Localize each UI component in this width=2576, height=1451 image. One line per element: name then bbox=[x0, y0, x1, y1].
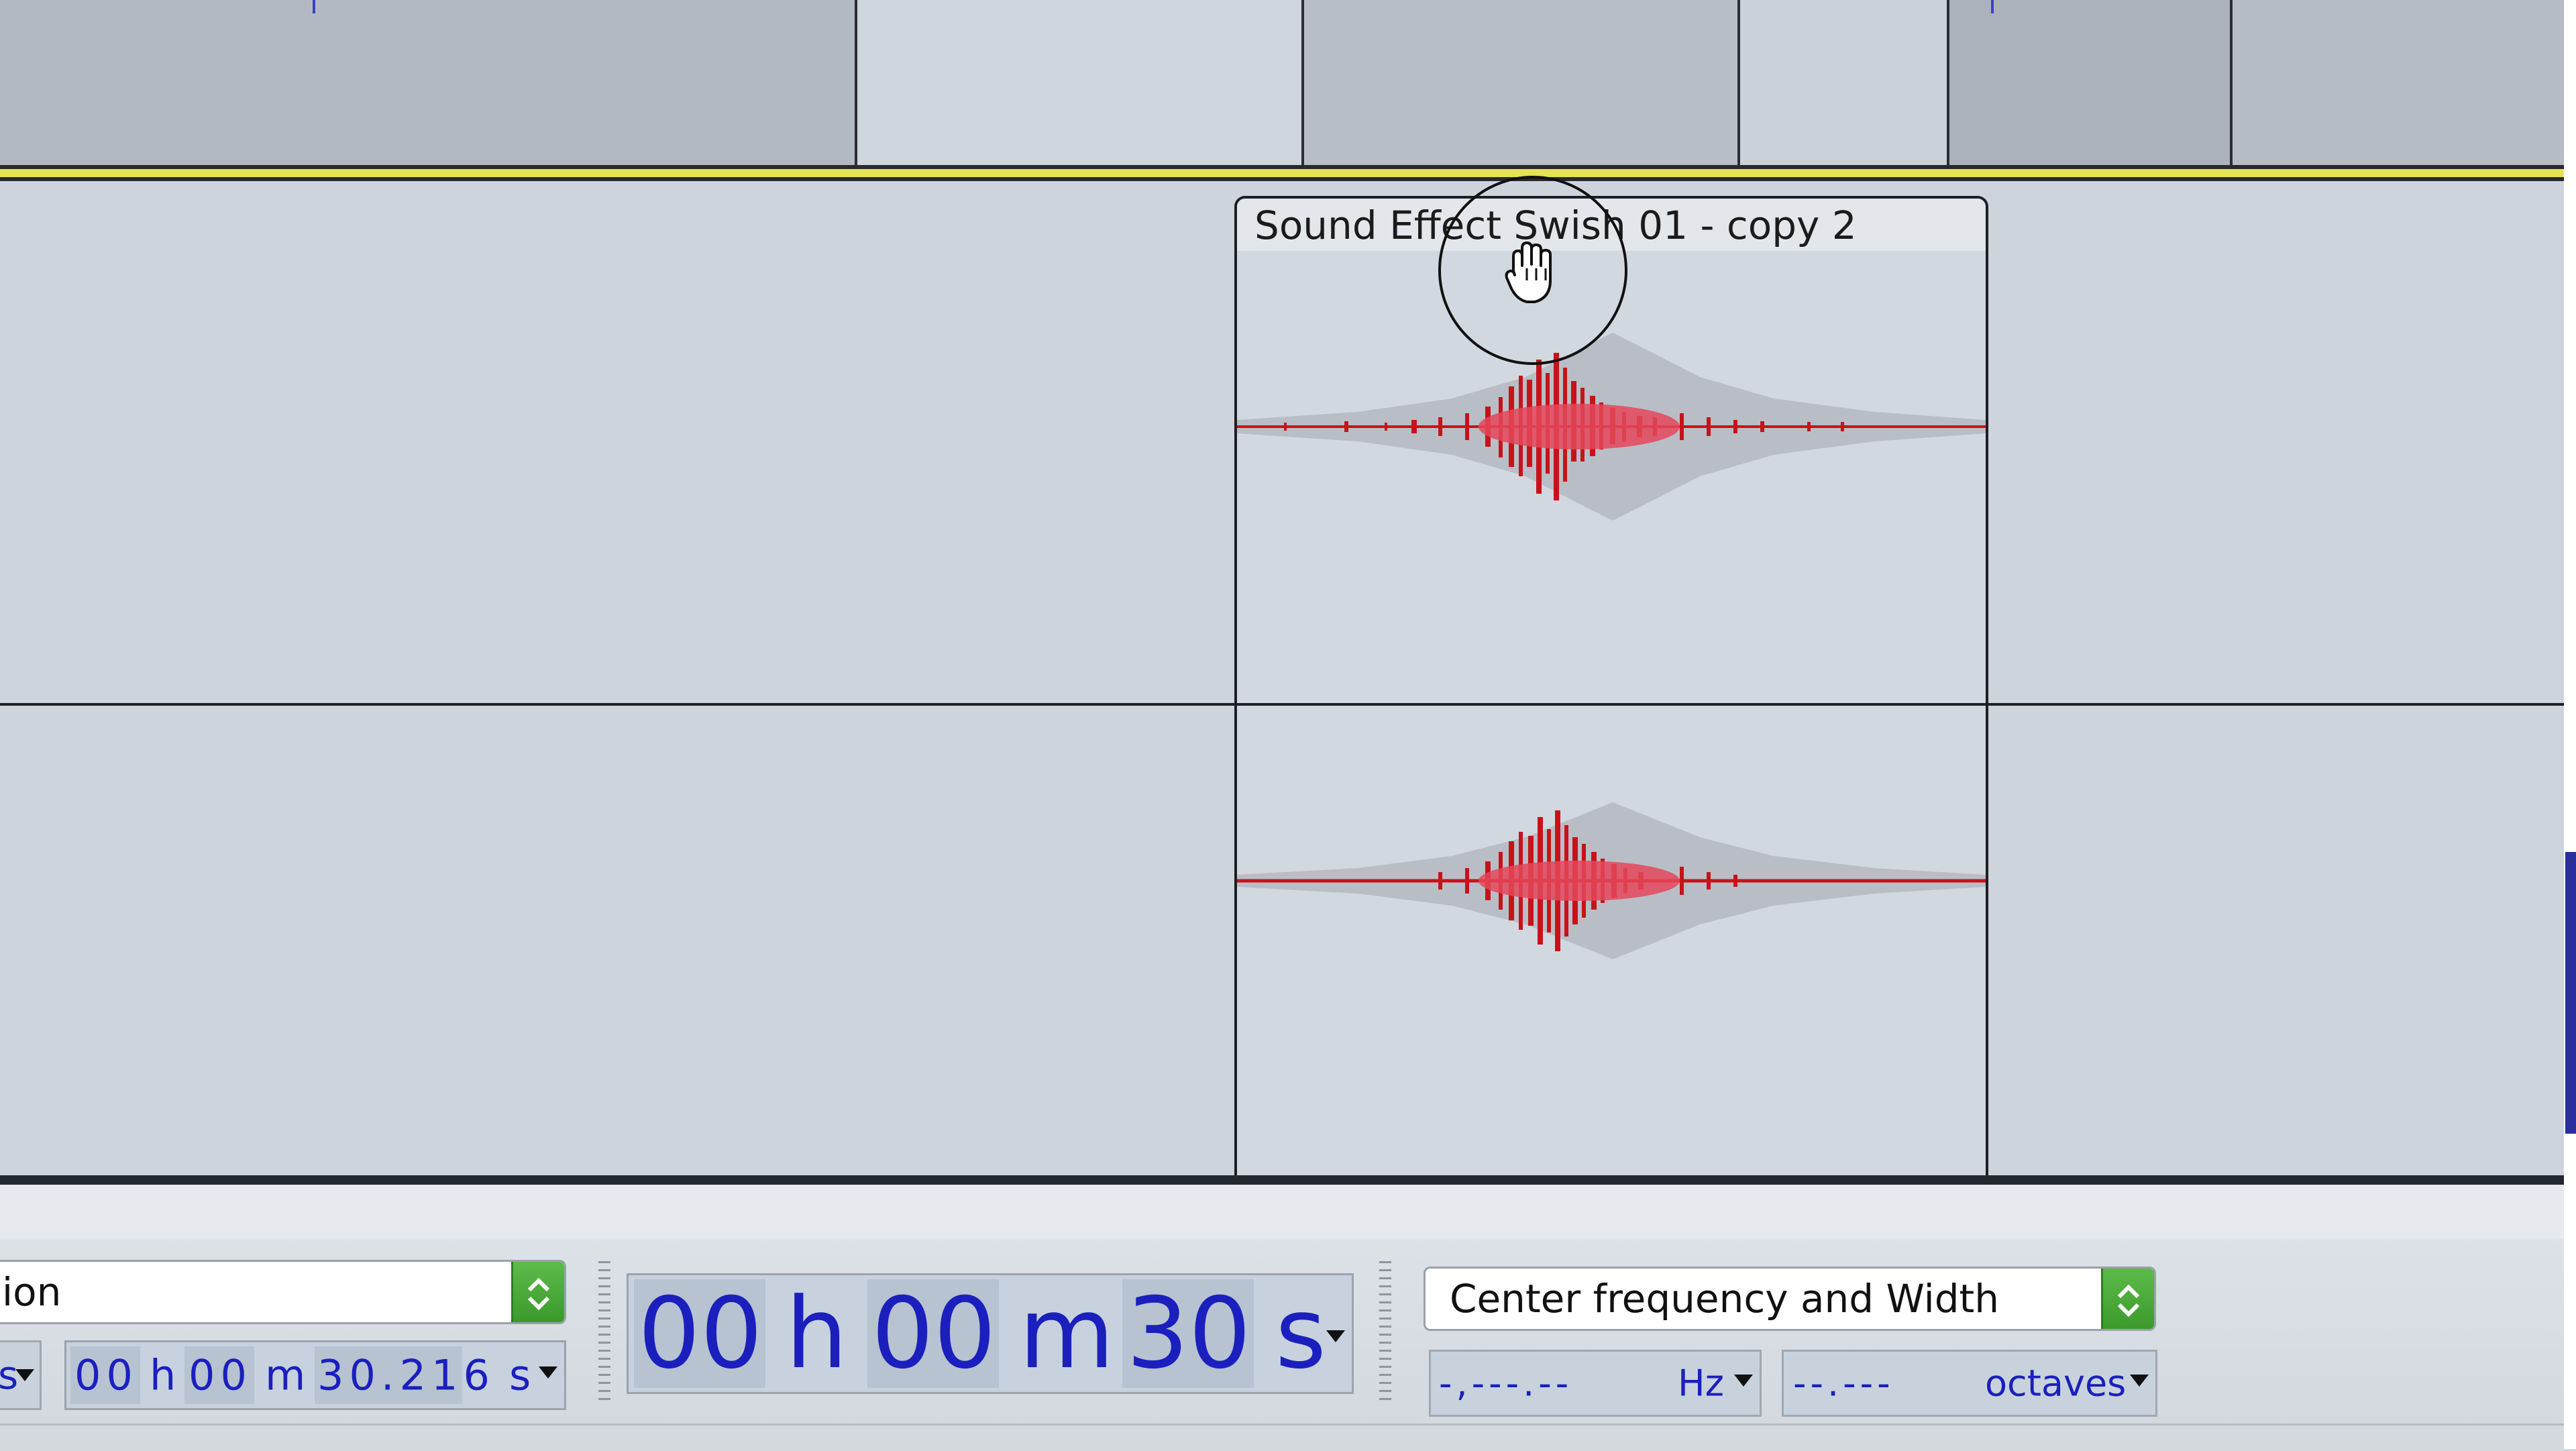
bandwidth-value: --.--- bbox=[1793, 1362, 1894, 1405]
minutes-unit: m bbox=[265, 1350, 306, 1400]
waveform-channel-1 bbox=[1237, 333, 1986, 521]
segment-divider bbox=[1737, 0, 1740, 169]
caret-down-icon[interactable] bbox=[1326, 1330, 1345, 1342]
selection-mode-select[interactable]: ion bbox=[0, 1260, 566, 1324]
segment-divider bbox=[1947, 0, 1949, 169]
caret-down-icon[interactable] bbox=[2130, 1375, 2149, 1387]
hours-unit: h bbox=[786, 1277, 848, 1391]
segment-divider bbox=[1301, 0, 1304, 169]
minutes-unit: m bbox=[1019, 1277, 1115, 1391]
hours-value: 00 bbox=[638, 1277, 763, 1391]
minutes-value: 00 bbox=[189, 1350, 252, 1400]
selection-end-time-field[interactable]: 00 h 00 m 30.216 s bbox=[64, 1340, 566, 1410]
caret-down-icon[interactable] bbox=[1734, 1375, 1753, 1387]
marker-tick bbox=[1991, 0, 1994, 13]
audio-clip[interactable]: Sound Effect Swish 01 - copy 2 bbox=[1234, 196, 1988, 1177]
hours-value: 00 bbox=[74, 1350, 138, 1400]
hand-grab-icon bbox=[1505, 241, 1552, 303]
timeline-segment bbox=[1949, 0, 2230, 169]
timeline-segment bbox=[0, 0, 855, 169]
caret-down-icon[interactable] bbox=[539, 1366, 557, 1379]
spectral-selection-mode-select[interactable]: Center frequency and Width bbox=[1424, 1267, 2156, 1331]
seconds-value: 30 bbox=[1126, 1277, 1251, 1391]
scrollbar-thumb[interactable] bbox=[2565, 852, 2576, 1134]
track-bottom-border bbox=[0, 1175, 2564, 1185]
timeline-segment bbox=[1304, 0, 1737, 169]
seconds-unit: s bbox=[509, 1350, 531, 1400]
timeline-segment bbox=[857, 0, 1301, 169]
bandwidth-field[interactable]: --.--- octaves bbox=[1782, 1350, 2157, 1417]
up-down-chevrons-icon[interactable] bbox=[511, 1262, 564, 1322]
up-down-chevrons-icon[interactable] bbox=[2101, 1269, 2154, 1329]
hours-unit: h bbox=[150, 1350, 176, 1400]
minutes-value: 00 bbox=[871, 1277, 996, 1391]
timeline-segment bbox=[2233, 0, 2564, 169]
waveform-channel-2 bbox=[1237, 802, 1986, 959]
frequency-unit: Hz bbox=[1678, 1362, 1724, 1405]
segment-divider bbox=[2230, 0, 2233, 169]
seconds-unit: s bbox=[1275, 1277, 1327, 1391]
playhead-boundary-line bbox=[0, 169, 2564, 177]
center-frequency-field[interactable]: -,---.-- Hz bbox=[1429, 1350, 1762, 1417]
timeline-segment bbox=[1740, 0, 1947, 169]
audio-position-time-field[interactable]: 00 h 00 m 30 s bbox=[627, 1273, 1354, 1394]
selection-mode-value: ion bbox=[2, 1269, 62, 1315]
seconds-value: 30.216 bbox=[317, 1350, 495, 1400]
spectral-mode-value: Center frequency and Width bbox=[1450, 1276, 2000, 1322]
toolbar-grip[interactable] bbox=[598, 1261, 610, 1402]
center-frequency-value: -,---.-- bbox=[1439, 1362, 1573, 1405]
marker-tick bbox=[313, 0, 315, 13]
segment-divider bbox=[855, 0, 857, 169]
timeline-header-strip bbox=[0, 0, 2564, 169]
partial-time-field[interactable]: s bbox=[0, 1340, 42, 1410]
caret-down-icon[interactable] bbox=[15, 1369, 34, 1381]
toolbar-grip[interactable] bbox=[1379, 1261, 1391, 1402]
toolbar-bottom-band bbox=[0, 1423, 2564, 1451]
window-right-edge bbox=[2564, 0, 2576, 1449]
bandwidth-unit: octaves bbox=[1985, 1362, 2127, 1405]
clip-channel-divider bbox=[1237, 703, 1986, 706]
toolbar-header-band bbox=[0, 1185, 2564, 1238]
